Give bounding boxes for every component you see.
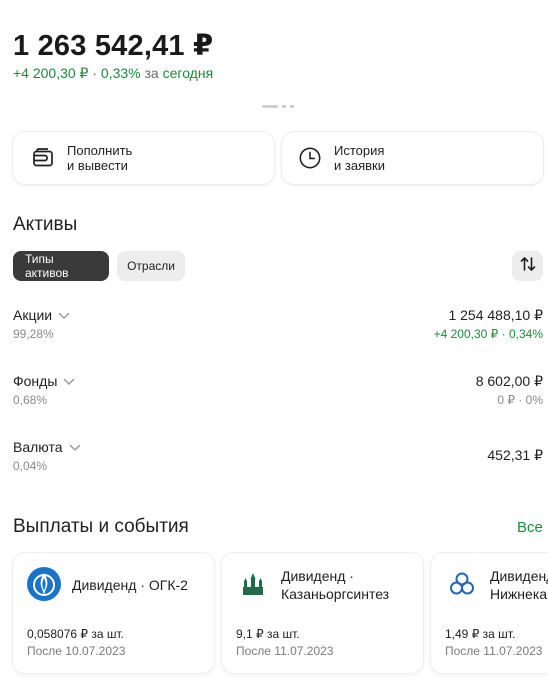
events-title: Выплаты и события <box>13 516 189 537</box>
asset-share: 99,28% <box>13 327 54 341</box>
filter-chip-industries[interactable]: Отрасли <box>117 251 185 281</box>
sort-button[interactable] <box>512 251 543 281</box>
chevron-down-icon <box>63 373 75 389</box>
history-orders-button[interactable]: История и заявки <box>282 132 543 184</box>
history-orders-label: История и заявки <box>334 143 385 173</box>
deposit-withdraw-button[interactable]: Пополнить и вывести <box>13 132 274 184</box>
asset-name: Акции <box>13 307 70 323</box>
portfolio-change-period: сегодня <box>162 65 214 81</box>
kremlin-icon <box>236 567 270 601</box>
asset-name: Фонды <box>13 373 75 389</box>
event-amount: 1,49 ₽ за шт. <box>445 627 516 641</box>
gazprom-flame-icon <box>27 567 61 601</box>
asset-delta: 0 ₽ · 0% <box>497 393 543 407</box>
deposit-withdraw-label: Пополнить и вывести <box>67 143 133 173</box>
portfolio-change-value: +4 200,30 ₽ · 0,33% <box>13 65 141 81</box>
asset-name-label: Фонды <box>13 373 58 389</box>
trefoil-icon <box>445 567 479 601</box>
pager-dot-active[interactable] <box>262 105 278 108</box>
pager-dot[interactable] <box>290 105 294 108</box>
wallet-icon <box>31 146 55 170</box>
event-amount: 9,1 ₽ за шт. <box>236 627 300 641</box>
sort-arrows-icon <box>519 255 537 278</box>
event-card[interactable]: Дивиденд · ОГК-2 0,058076 ₽ за шт. После… <box>13 553 214 673</box>
event-date: После 10.07.2023 <box>27 644 126 658</box>
asset-value: 8 602,00 ₽ <box>475 373 543 389</box>
asset-name-label: Валюта <box>13 439 63 455</box>
asset-delta: +4 200,30 ₽ · 0,34% <box>433 327 543 341</box>
event-date: После 11.07.2023 <box>445 644 543 658</box>
asset-share: 0,68% <box>13 393 48 407</box>
asset-name-label: Акции <box>13 307 53 323</box>
portfolio-change: +4 200,30 ₽ · 0,33% за сегодня <box>13 65 213 82</box>
portfolio-total: 1 263 542,41 ₽ <box>13 30 214 62</box>
event-title: Дивиденд · Нижнекамскнефтехим <box>490 568 548 602</box>
chevron-down-icon <box>58 307 70 323</box>
asset-row-stocks[interactable]: Акции 99,28% 1 254 488,10 ₽ +4 200,30 ₽ … <box>13 307 543 347</box>
event-title: Дивиденд · ОГК-2 <box>72 577 188 593</box>
portfolio-change-connector: за <box>144 65 159 81</box>
asset-value: 1 254 488,10 ₽ <box>448 307 543 323</box>
filter-chip-asset-types[interactable]: Типы активов <box>13 251 109 281</box>
asset-row-funds[interactable]: Фонды 0,68% 8 602,00 ₽ 0 ₽ · 0% <box>13 373 543 413</box>
events-all-link[interactable]: Все <box>517 519 543 536</box>
event-amount: 0,058076 ₽ за шт. <box>27 627 124 641</box>
assets-title: Активы <box>13 214 78 235</box>
asset-name: Валюта <box>13 439 81 455</box>
event-title: Дивиденд · Казаньоргсинтез <box>281 568 390 602</box>
event-date: После 11.07.2023 <box>236 644 334 658</box>
asset-row-currency[interactable]: Валюта 0,04% 452,31 ₽ <box>13 439 543 479</box>
clock-icon <box>298 146 322 170</box>
asset-share: 0,04% <box>13 459 48 473</box>
event-card[interactable]: Дивиденд · Казаньоргсинтез 9,1 ₽ за шт. … <box>222 553 423 673</box>
chevron-down-icon <box>69 439 81 455</box>
pager-dots[interactable] <box>262 105 294 108</box>
pager-dot[interactable] <box>282 105 286 108</box>
asset-value: 452,31 ₽ <box>487 447 543 463</box>
event-card[interactable]: Дивиденд · Нижнекамскнефтехим 1,49 ₽ за … <box>431 553 548 673</box>
